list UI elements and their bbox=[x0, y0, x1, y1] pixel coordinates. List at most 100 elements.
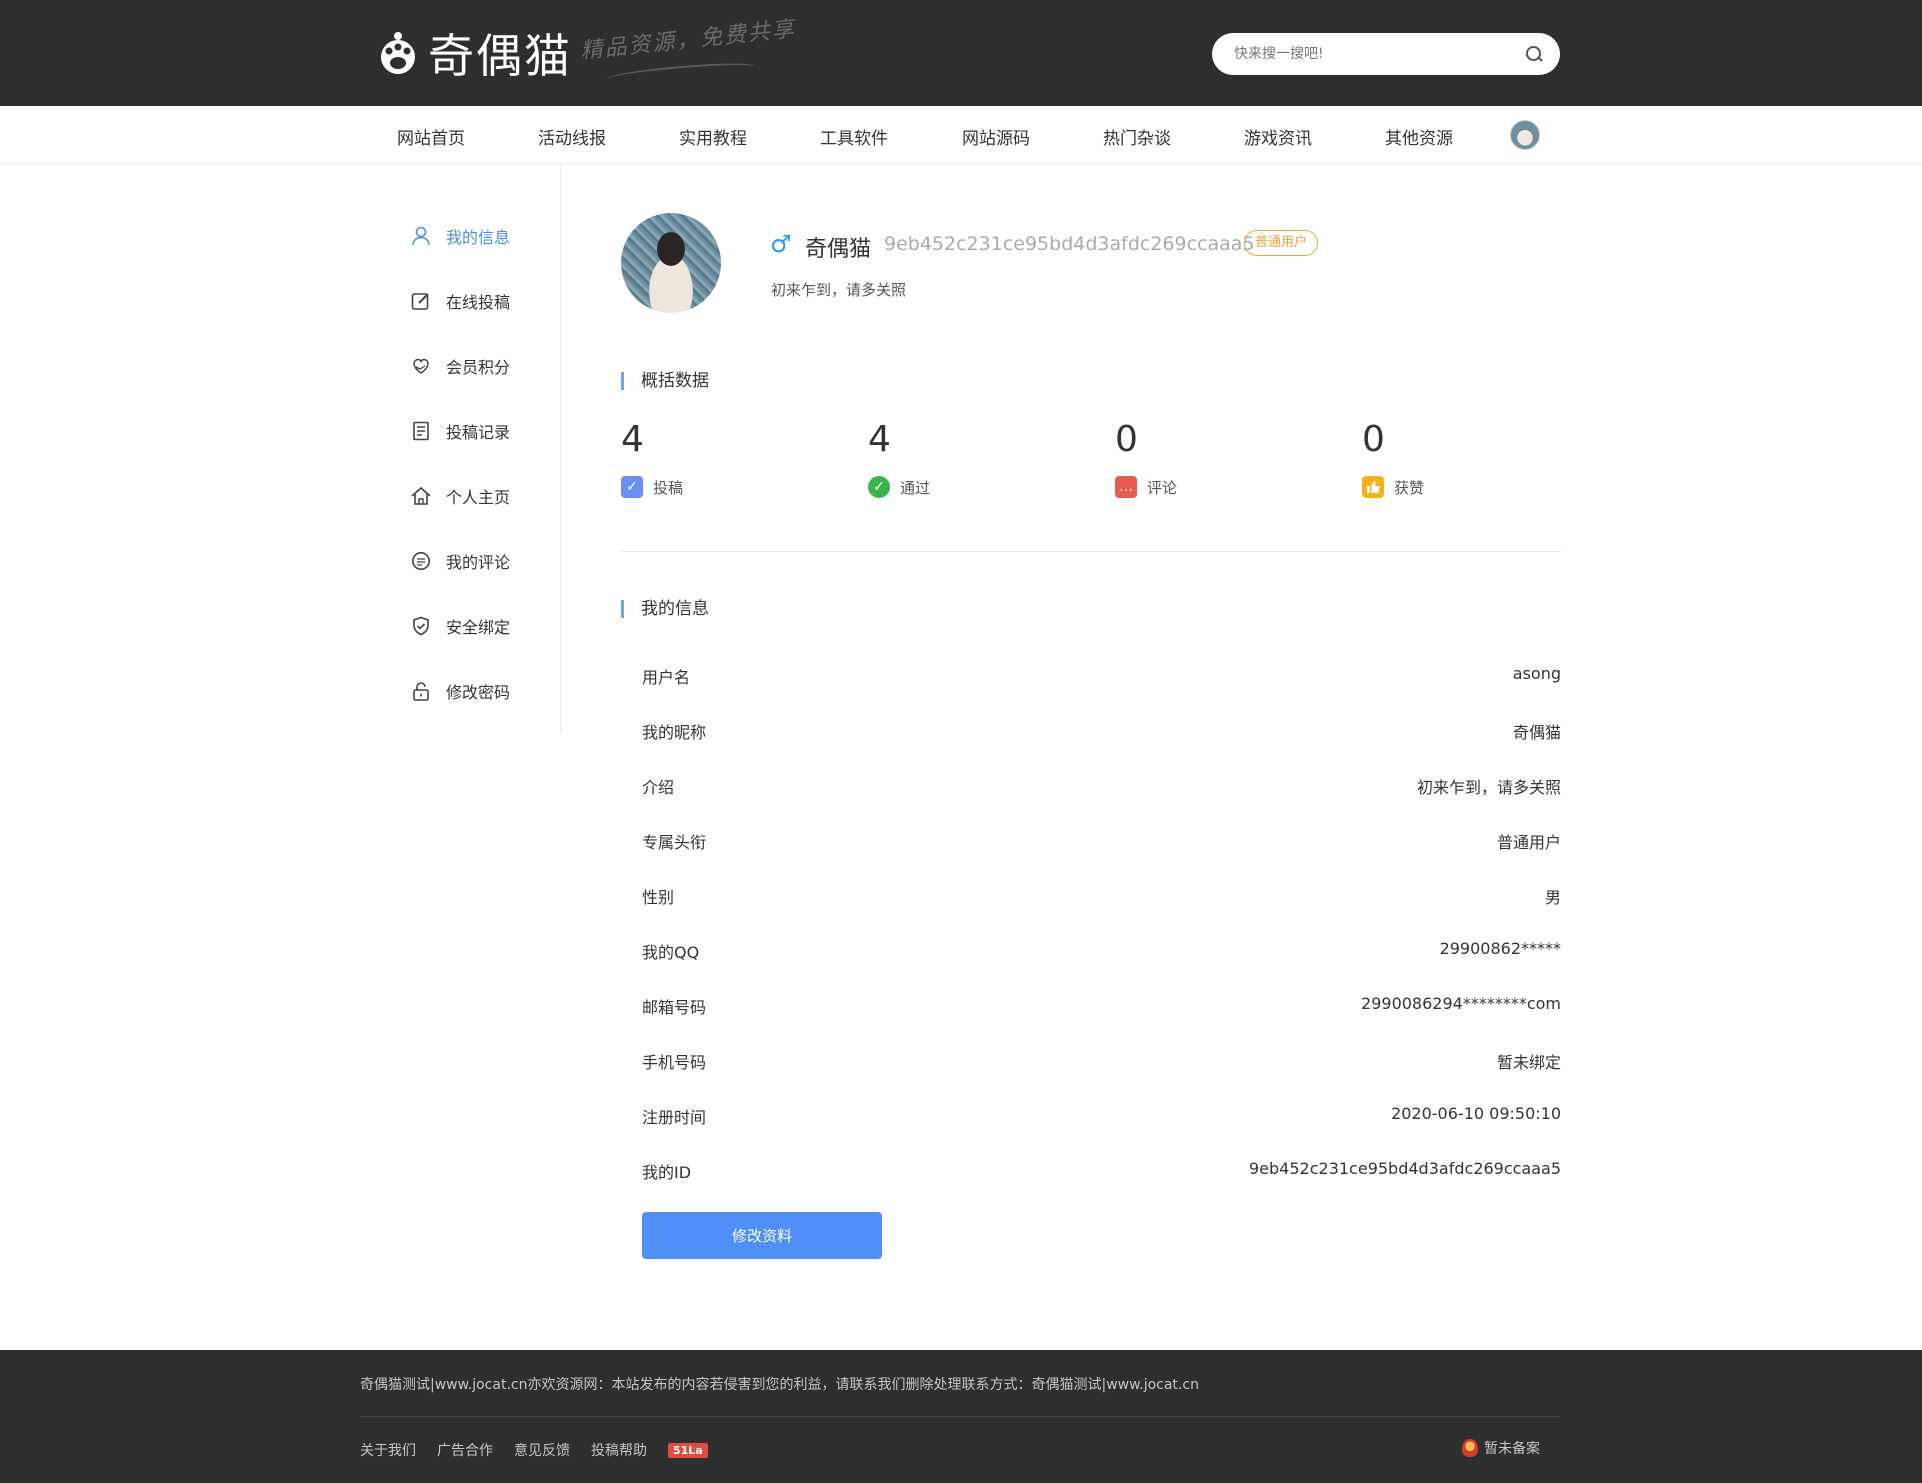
info-key: 用户名 bbox=[642, 668, 691, 687]
stat-value: 4 bbox=[621, 419, 644, 460]
info-value: asong bbox=[1512, 664, 1561, 683]
main-nav: 网站首页 活动线报 实用教程 工具软件 网站源码 热门杂谈 游戏资讯 其他资源 bbox=[0, 106, 1922, 164]
document-icon bbox=[410, 420, 432, 442]
info-row-email: 邮箱号码 2990086294********com bbox=[642, 994, 1561, 1018]
footer-link-submit-help[interactable]: 投稿帮助 bbox=[591, 1440, 647, 1460]
nav-item-game-news[interactable]: 游戏资讯 bbox=[1244, 124, 1312, 149]
icp-text: 暂未备案 bbox=[1484, 1441, 1540, 1457]
info-row-nickname: 我的昵称 奇偶猫 bbox=[642, 719, 1561, 743]
nav-item-other[interactable]: 其他资源 bbox=[1385, 124, 1453, 149]
nav-item-tutorials[interactable]: 实用教程 bbox=[679, 124, 747, 149]
info-title: 我的信息 bbox=[621, 598, 709, 620]
info-key: 邮箱号码 bbox=[642, 998, 707, 1017]
footer-link-ads[interactable]: 广告合作 bbox=[437, 1440, 493, 1460]
stat-label: 获赞 bbox=[1394, 478, 1425, 497]
user-icon bbox=[410, 225, 432, 247]
profile-name: 奇偶猫 bbox=[805, 237, 872, 262]
info-key: 手机号码 bbox=[642, 1053, 707, 1072]
sidebar-item-my-comments[interactable]: 我的评论 bbox=[410, 546, 510, 576]
sidebar-item-label: 我的信息 bbox=[446, 228, 511, 247]
footer-notice: 奇偶猫测试|www.jocat.cn亦欢资源网：本站发布的内容若侵害到您的利益，… bbox=[360, 1377, 1199, 1393]
sidebar-item-label: 会员积分 bbox=[446, 358, 511, 377]
footer-divider bbox=[360, 1416, 1560, 1417]
sidebar-item-label: 在线投稿 bbox=[446, 293, 511, 312]
male-icon: ♂ bbox=[770, 230, 792, 258]
info-row-username: 用户名 asong bbox=[642, 664, 1561, 688]
icp-record[interactable]: 暂未备案 bbox=[1462, 1438, 1540, 1458]
info-key: 我的ID bbox=[642, 1163, 692, 1182]
footer-link-feedback[interactable]: 意见反馈 bbox=[514, 1440, 570, 1460]
sidebar-item-points[interactable]: 会员积分 bbox=[410, 351, 510, 381]
info-key: 介绍 bbox=[642, 778, 675, 797]
info-value: 初来乍到，请多关照 bbox=[1416, 778, 1561, 797]
footer-link-about[interactable]: 关于我们 bbox=[360, 1440, 416, 1460]
nav-item-home[interactable]: 网站首页 bbox=[397, 124, 465, 149]
footer-links: 关于我们 广告合作 意见反馈 投稿帮助 51La bbox=[360, 1440, 729, 1460]
sidebar-item-homepage[interactable]: 个人主页 bbox=[410, 481, 510, 511]
heart-hand-icon bbox=[410, 355, 432, 377]
thumbs-up-icon bbox=[1362, 476, 1384, 498]
police-badge-icon bbox=[1462, 1439, 1478, 1457]
stat-comments: 0 … 评论 bbox=[1115, 418, 1315, 498]
stat-approved: 4 ✓ 通过 bbox=[868, 418, 1068, 498]
sidebar-item-label: 修改密码 bbox=[446, 683, 511, 702]
info-value: 2020-06-10 09:50:10 bbox=[1391, 1104, 1561, 1123]
sidebar-item-label: 个人主页 bbox=[446, 488, 511, 507]
top-header: 奇偶猫 精品资源，免费共享 bbox=[0, 0, 1922, 106]
info-key: 专属头衔 bbox=[642, 833, 707, 852]
site-logo[interactable]: 奇偶猫 bbox=[378, 18, 572, 88]
stat-submissions: 4 ✓ 投稿 bbox=[621, 418, 821, 498]
stat-likes: 0 获赞 bbox=[1362, 418, 1562, 498]
sidebar-item-submission-records[interactable]: 投稿记录 bbox=[410, 416, 510, 446]
profile-avatar[interactable] bbox=[621, 213, 721, 313]
slogan: 精品资源，免费共享 bbox=[579, 16, 797, 65]
role-badge: 普通用户 bbox=[1244, 230, 1319, 256]
info-row-gender: 性别 男 bbox=[642, 884, 1561, 908]
lock-icon bbox=[410, 680, 432, 702]
submission-icon: ✓ bbox=[621, 476, 643, 498]
info-key: 我的QQ bbox=[642, 943, 700, 962]
comment-icon bbox=[410, 550, 432, 572]
nav-item-deals[interactable]: 活动线报 bbox=[538, 124, 606, 149]
sidebar-item-label: 安全绑定 bbox=[446, 618, 511, 637]
info-value: 暂未绑定 bbox=[1496, 1053, 1561, 1072]
info-value: 2990086294********com bbox=[1361, 994, 1561, 1013]
info-key: 性别 bbox=[642, 888, 675, 907]
check-circle-icon: ✓ bbox=[868, 476, 890, 498]
info-value: 29900862***** bbox=[1439, 939, 1561, 958]
sidebar-item-change-password[interactable]: 修改密码 bbox=[410, 676, 510, 706]
sidebar-item-my-info[interactable]: 我的信息 bbox=[410, 221, 510, 251]
shield-check-icon bbox=[410, 615, 432, 637]
edit-profile-button[interactable]: 修改资料 bbox=[642, 1212, 882, 1259]
info-key: 注册时间 bbox=[642, 1108, 707, 1127]
search-icon[interactable] bbox=[1526, 46, 1542, 62]
info-row-phone: 手机号码 暂未绑定 bbox=[642, 1049, 1561, 1073]
sidebar-item-submit[interactable]: 在线投稿 bbox=[410, 286, 510, 316]
info-row-intro: 介绍 初来乍到，请多关照 bbox=[642, 774, 1561, 798]
stat-label: 评论 bbox=[1147, 478, 1178, 497]
info-row-qq: 我的QQ 29900862***** bbox=[642, 939, 1561, 963]
info-row-register-time: 注册时间 2020-06-10 09:50:10 bbox=[642, 1104, 1561, 1128]
site-footer: 奇偶猫测试|www.jocat.cn亦欢资源网：本站发布的内容若侵害到您的利益，… bbox=[0, 1350, 1922, 1483]
nav-item-software[interactable]: 工具软件 bbox=[820, 124, 888, 149]
paw-icon bbox=[378, 27, 418, 79]
info-row-title: 专属头衔 普通用户 bbox=[642, 829, 1561, 853]
user-sidebar: 我的信息 在线投稿 会员积分 投稿记录 个人主页 我的评论 安全绑定 修改密码 bbox=[400, 165, 561, 733]
info-value: 奇偶猫 bbox=[1512, 723, 1561, 742]
search-box[interactable] bbox=[1212, 33, 1560, 75]
nav-item-source-code[interactable]: 网站源码 bbox=[962, 124, 1030, 149]
nav-item-hot-topics[interactable]: 热门杂谈 bbox=[1103, 124, 1171, 149]
stat-value: 0 bbox=[1115, 419, 1138, 460]
stat-label: 通过 bbox=[900, 478, 931, 497]
profile-id: 9eb452c231ce95bd4d3afdc269ccaaa5 bbox=[884, 233, 1255, 255]
user-avatar-nav[interactable] bbox=[1510, 120, 1540, 150]
sidebar-item-security-binding[interactable]: 安全绑定 bbox=[410, 611, 510, 641]
stat-value: 4 bbox=[868, 419, 891, 460]
info-key: 我的昵称 bbox=[642, 723, 707, 742]
profile-bio: 初来乍到，请多关照 bbox=[771, 281, 907, 299]
stats-51la-badge[interactable]: 51La bbox=[668, 1442, 708, 1458]
info-value: 男 bbox=[1544, 888, 1561, 907]
stat-value: 0 bbox=[1362, 419, 1385, 460]
search-input[interactable] bbox=[1234, 46, 1526, 62]
info-value: 9eb452c231ce95bd4d3afdc269ccaaa5 bbox=[1249, 1159, 1561, 1178]
